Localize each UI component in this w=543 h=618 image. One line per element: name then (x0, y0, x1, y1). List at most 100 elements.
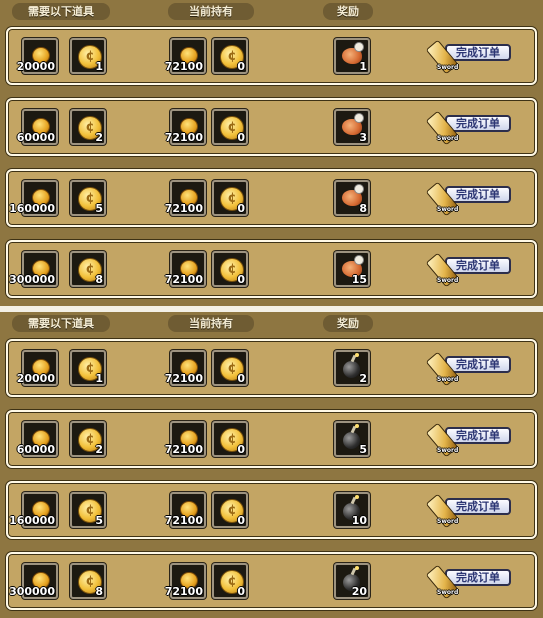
item-quantity: 72100 (164, 131, 203, 144)
header-current: 当前持有 (168, 315, 254, 332)
required-coin-slot[interactable]: 160000 (9, 492, 58, 528)
complete-order-label: 完成订单 (445, 186, 511, 203)
item-quantity: 10 (351, 514, 367, 527)
owned-medal-slot[interactable]: ¢ 0 (212, 350, 248, 386)
complete-order-button[interactable]: 完成订单 Sword (425, 180, 513, 217)
reward-slot[interactable]: 10 (334, 492, 370, 528)
order-row: 60000 ¢ 2 72100 ¢ 0 5 完成订单 Sword (6, 410, 537, 468)
order-row: 60000 ¢ 2 72100 ¢ 0 3 完成订单 Sword (6, 98, 537, 156)
item-quantity: 72100 (164, 202, 203, 215)
required-coin-slot[interactable]: 160000 (9, 180, 58, 216)
required-medal-slot[interactable]: ¢ 1 (70, 350, 106, 386)
order-row: 160000 ¢ 5 72100 ¢ 0 10 完成订单 Sword (6, 481, 537, 539)
complete-order-button[interactable]: 完成订单 Sword (425, 109, 513, 146)
reward-slot[interactable]: 20 (334, 563, 370, 599)
owned-coin-slot[interactable]: 72100 (165, 180, 206, 216)
owned-medal-slot[interactable]: ¢ 0 (212, 109, 248, 145)
required-coin-slot[interactable]: 60000 (17, 109, 58, 145)
complete-order-label: 完成订单 (445, 427, 511, 444)
column-headers: 需要以下道具 当前持有 奖励 (0, 0, 543, 22)
owned-coin-slot[interactable]: 72100 (165, 563, 206, 599)
complete-order-label: 完成订单 (445, 569, 511, 586)
reward-slot[interactable]: 3 (334, 109, 370, 145)
owned-medal-slot[interactable]: ¢ 0 (212, 563, 248, 599)
required-medal-slot[interactable]: ¢ 1 (70, 38, 106, 74)
item-quantity: 20000 (16, 60, 55, 73)
required-medal-slot[interactable]: ¢ 5 (70, 180, 106, 216)
item-quantity: 20 (351, 585, 367, 598)
item-quantity: 20000 (16, 372, 55, 385)
reward-slot[interactable]: 8 (334, 180, 370, 216)
required-coin-slot[interactable]: 20000 (17, 350, 58, 386)
order-panel-top: 需要以下道具 当前持有 奖励 20000 ¢ 1 72100 ¢ 0 1 完成订单 Sword 6… (0, 0, 543, 306)
required-medal-slot[interactable]: ¢ 8 (70, 251, 106, 287)
item-quantity: 300000 (9, 273, 55, 286)
column-headers: 需要以下道具 当前持有 奖励 (0, 312, 543, 334)
item-quantity: 72100 (164, 60, 203, 73)
reward-slot[interactable]: 1 (334, 38, 370, 74)
order-row: 20000 ¢ 1 72100 ¢ 0 1 完成订单 Sword (6, 27, 537, 85)
item-quantity: 60000 (16, 131, 55, 144)
item-quantity: 72100 (164, 585, 203, 598)
item-quantity: 0 (237, 273, 245, 286)
bomb-icon (343, 353, 360, 378)
required-coin-slot[interactable]: 300000 (9, 251, 58, 287)
complete-order-button[interactable]: 完成订单 Sword (425, 350, 513, 387)
sword-tag: Sword (437, 64, 459, 71)
complete-order-button[interactable]: 完成订单 Sword (425, 563, 513, 600)
owned-coin-slot[interactable]: 72100 (165, 38, 206, 74)
sword-tag: Sword (437, 277, 459, 284)
header-reward: 奖励 (323, 3, 373, 20)
complete-order-button[interactable]: 完成订单 Sword (425, 492, 513, 529)
item-quantity: 300000 (9, 585, 55, 598)
header-required: 需要以下道具 (12, 315, 110, 332)
required-medal-slot[interactable]: ¢ 5 (70, 492, 106, 528)
sword-tag: Sword (437, 135, 459, 142)
complete-order-label: 完成订单 (445, 257, 511, 274)
required-medal-slot[interactable]: ¢ 2 (70, 109, 106, 145)
item-quantity: 0 (237, 131, 245, 144)
item-quantity: 0 (237, 514, 245, 527)
reward-slot[interactable]: 5 (334, 421, 370, 457)
item-quantity: 2 (95, 443, 103, 456)
order-row: 300000 ¢ 8 72100 ¢ 0 20 完成订单 Sword (6, 552, 537, 610)
owned-coin-slot[interactable]: 72100 (165, 109, 206, 145)
owned-medal-slot[interactable]: ¢ 0 (212, 38, 248, 74)
item-quantity: 160000 (9, 202, 55, 215)
owned-medal-slot[interactable]: ¢ 0 (212, 421, 248, 457)
required-coin-slot[interactable]: 20000 (17, 38, 58, 74)
complete-order-button[interactable]: 完成订单 Sword (425, 251, 513, 288)
required-medal-slot[interactable]: ¢ 2 (70, 421, 106, 457)
complete-order-label: 完成订单 (445, 356, 511, 373)
required-coin-slot[interactable]: 300000 (9, 563, 58, 599)
item-quantity: 72100 (164, 443, 203, 456)
item-quantity: 3 (359, 131, 367, 144)
reward-slot[interactable]: 2 (334, 350, 370, 386)
reward-slot[interactable]: 15 (334, 251, 370, 287)
order-panel-bottom: 需要以下道具 当前持有 奖励 20000 ¢ 1 72100 ¢ 0 2 完成订单 Sword 6… (0, 312, 543, 618)
owned-coin-slot[interactable]: 72100 (165, 350, 206, 386)
item-quantity: 0 (237, 585, 245, 598)
required-coin-slot[interactable]: 60000 (17, 421, 58, 457)
sword-tag: Sword (437, 206, 459, 213)
owned-medal-slot[interactable]: ¢ 0 (212, 492, 248, 528)
sword-tag: Sword (437, 589, 459, 596)
item-quantity: 2 (95, 131, 103, 144)
required-medal-slot[interactable]: ¢ 8 (70, 563, 106, 599)
item-quantity: 8 (95, 585, 103, 598)
complete-order-label: 完成订单 (445, 44, 511, 61)
complete-order-button[interactable]: 完成订单 Sword (425, 421, 513, 458)
item-quantity: 1 (95, 372, 103, 385)
owned-medal-slot[interactable]: ¢ 0 (212, 251, 248, 287)
owned-coin-slot[interactable]: 72100 (165, 251, 206, 287)
item-quantity: 0 (237, 202, 245, 215)
item-quantity: 1 (95, 60, 103, 73)
item-quantity: 5 (359, 443, 367, 456)
sword-tag: Sword (437, 447, 459, 454)
owned-coin-slot[interactable]: 72100 (165, 421, 206, 457)
owned-coin-slot[interactable]: 72100 (165, 492, 206, 528)
item-quantity: 160000 (9, 514, 55, 527)
item-quantity: 2 (359, 372, 367, 385)
complete-order-button[interactable]: 完成订单 Sword (425, 38, 513, 75)
owned-medal-slot[interactable]: ¢ 0 (212, 180, 248, 216)
